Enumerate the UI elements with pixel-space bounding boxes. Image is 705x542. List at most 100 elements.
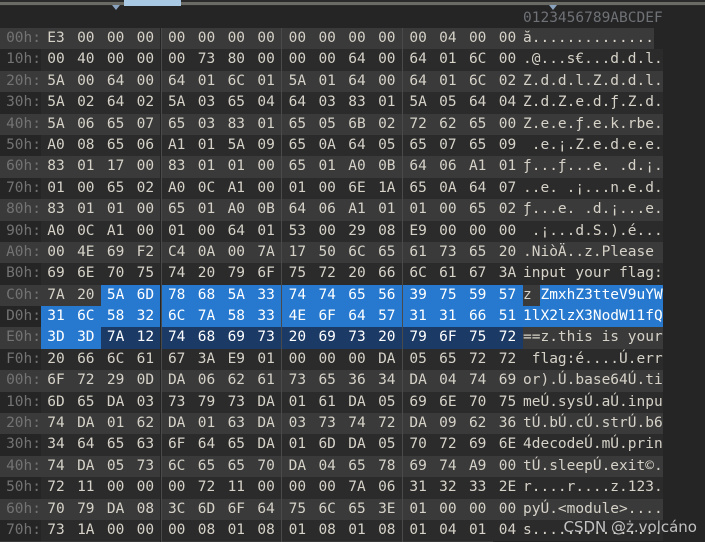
hex-byte-cell[interactable]: 11 <box>221 477 252 499</box>
hex-byte-cell[interactable]: 00 <box>161 519 192 542</box>
hex-byte-cell[interactable]: 75 <box>282 263 313 285</box>
hex-byte-cell[interactable]: 01 <box>282 434 313 456</box>
hex-byte-cell[interactable]: 5A <box>41 70 71 93</box>
hex-byte-cell[interactable]: 02 <box>492 199 523 221</box>
hex-byte-cell[interactable]: 00 <box>161 477 192 499</box>
hex-byte-cell[interactable]: 31 <box>403 306 434 328</box>
hex-byte-cell[interactable]: 73 <box>161 391 192 414</box>
hex-byte-cell[interactable]: 00 <box>432 498 463 520</box>
hex-byte-cell[interactable]: 83 <box>41 199 71 221</box>
hex-byte-cell[interactable]: 74 <box>161 327 192 349</box>
hex-byte-cell[interactable]: 01 <box>161 220 192 242</box>
hex-byte-cell[interactable]: 02 <box>130 92 161 114</box>
ascii-text[interactable]: .@...s€...d.d.l. <box>523 49 663 71</box>
hex-byte-cell[interactable]: 20 <box>492 241 523 264</box>
hex-byte-cell[interactable]: 63 <box>130 434 161 456</box>
hex-byte-cell[interactable]: DA <box>371 348 402 371</box>
hex-byte-cell[interactable]: 04 <box>432 519 463 542</box>
hex-byte-cell[interactable]: 6F <box>312 306 343 328</box>
hex-byte-cell[interactable]: 01 <box>251 348 282 371</box>
hex-byte-cell[interactable]: 02 <box>492 70 523 93</box>
hex-byte-cell[interactable]: 67 <box>462 263 493 285</box>
hex-byte-cell[interactable]: 29 <box>342 220 372 242</box>
hex-byte-cell[interactable]: DA <box>251 434 282 456</box>
hex-byte-cell[interactable]: 6C <box>70 306 101 328</box>
hex-byte-cell[interactable]: 65 <box>100 434 131 456</box>
hex-byte-cell[interactable]: 65 <box>282 156 313 178</box>
hex-byte-cell[interactable]: 33 <box>251 306 282 328</box>
hex-byte-cell[interactable]: 01 <box>100 413 131 435</box>
hex-row[interactable]: 60h: 83 01 17 00 83 01 01 00 65 01 A0 0B 64 06 A1 01 ƒ...… <box>0 156 705 178</box>
hex-byte-cell[interactable]: 33 <box>251 284 282 307</box>
hex-byte-cell[interactable]: 65 <box>462 241 493 264</box>
hex-byte-cell[interactable]: 02 <box>371 113 402 135</box>
hex-byte-cell[interactable]: 00 <box>282 28 313 50</box>
hex-byte-cell[interactable]: 65 <box>462 134 493 157</box>
hex-byte-cell[interactable]: 12 <box>130 327 161 349</box>
hex-row[interactable]: 70h: 01 00 65 02 A0 0C A1 00 01 00 6E 1A 65 0A 64 07 ..e.… <box>0 177 705 200</box>
hex-byte-cell[interactable]: 58 <box>221 306 252 328</box>
hex-byte-cell[interactable]: 65 <box>342 498 372 520</box>
hex-byte-cell[interactable]: 00 <box>130 477 161 499</box>
hex-byte-cell[interactable]: 65 <box>371 241 402 264</box>
hex-byte-cell[interactable]: 06 <box>312 199 343 221</box>
hex-byte-cell[interactable]: 31 <box>432 306 463 328</box>
hex-byte-cell[interactable]: 74 <box>41 455 71 478</box>
hex-byte-group[interactable]: A0 0C A1 00 01 00 64 01 53 00 29 08 E9 00 00 00 <box>41 220 523 242</box>
hex-byte-cell[interactable]: 6F <box>432 327 463 349</box>
hex-byte-cell[interactable]: 06 <box>191 370 222 392</box>
hex-byte-cell[interactable]: 00 <box>100 49 131 71</box>
hex-byte-cell[interactable]: 7A <box>41 284 71 307</box>
hex-byte-cell[interactable]: 01 <box>221 519 252 542</box>
hex-byte-cell[interactable]: 01 <box>342 519 372 542</box>
hex-byte-cell[interactable]: 67 <box>161 348 192 371</box>
hex-byte-cell[interactable]: 74 <box>41 413 71 435</box>
hex-byte-cell[interactable]: 5A <box>41 92 71 114</box>
hex-byte-cell[interactable]: 40 <box>70 49 101 71</box>
hex-byte-cell[interactable]: 72 <box>403 113 434 135</box>
hex-byte-cell[interactable]: 65 <box>432 348 463 371</box>
hex-byte-cell[interactable]: 01 <box>251 113 282 135</box>
hex-byte-cell[interactable]: 6C <box>403 263 434 285</box>
hex-byte-cell[interactable]: 5A <box>221 134 252 157</box>
hex-byte-cell[interactable]: 01 <box>100 199 131 221</box>
hex-byte-cell[interactable]: 5A <box>282 70 313 93</box>
hex-byte-cell[interactable]: 6B <box>342 113 372 135</box>
hex-byte-cell[interactable]: 08 <box>251 519 282 542</box>
hex-row[interactable]: 00h: 6F 72 29 0D DA 06 62 61 73 65 36 34 DA 04 74 69 or).… <box>0 370 705 392</box>
ascii-text[interactable]: Z.e.e.ƒ.e.k.rbe. <box>523 113 663 135</box>
hex-byte-cell[interactable]: 64 <box>100 70 131 93</box>
hex-byte-cell[interactable]: 62 <box>432 113 463 135</box>
hex-byte-cell[interactable]: 2E <box>492 477 523 499</box>
hex-byte-cell[interactable]: 74 <box>432 455 463 478</box>
hex-byte-cell[interactable]: 74 <box>312 284 343 307</box>
hex-byte-cell[interactable]: A0 <box>41 134 71 157</box>
hex-byte-cell[interactable]: 64 <box>100 92 131 114</box>
hex-byte-cell[interactable]: 61 <box>251 370 282 392</box>
hex-byte-cell[interactable]: 0A <box>432 177 463 200</box>
hex-byte-cell[interactable]: 61 <box>312 391 343 414</box>
hex-byte-cell[interactable]: 64 <box>221 220 252 242</box>
hex-byte-cell[interactable]: DA <box>70 455 101 478</box>
hex-row[interactable]: 60h: 70 79 DA 08 3C 6D 6F 64 75 6C 65 3E 01 00 00 00 pyÚ.… <box>0 498 705 520</box>
hex-row[interactable]: 10h: 6D 65 DA 03 73 79 73 DA 01 61 DA 05 69 6E 70 75 meÚ.… <box>0 391 705 414</box>
hex-byte-cell[interactable]: 64 <box>282 92 313 114</box>
hex-byte-cell[interactable]: DA <box>251 391 282 414</box>
hex-byte-cell[interactable]: 6E <box>70 263 101 285</box>
hex-byte-cell[interactable]: 69 <box>41 263 71 285</box>
hex-byte-cell[interactable]: 31 <box>41 306 71 328</box>
hex-byte-cell[interactable]: 74 <box>161 263 192 285</box>
hex-byte-cell[interactable]: 00 <box>161 28 192 50</box>
hex-byte-cell[interactable]: 65 <box>312 370 343 392</box>
ascii-text[interactable]: Z.d.Z.e.d.ƒ.Z.d. <box>523 92 663 114</box>
hex-byte-cell[interactable]: 74 <box>282 284 313 307</box>
hex-byte-cell[interactable]: 6F <box>41 370 71 392</box>
hex-byte-cell[interactable]: 73 <box>221 391 252 414</box>
hex-byte-cell[interactable]: E9 <box>221 348 252 371</box>
hex-byte-cell[interactable]: 6E <box>342 177 372 200</box>
hex-byte-cell[interactable]: 72 <box>312 263 343 285</box>
hex-byte-cell[interactable]: 68 <box>191 327 222 349</box>
hex-byte-cell[interactable]: 00 <box>100 477 131 499</box>
hex-byte-cell[interactable]: 65 <box>403 177 434 200</box>
hex-byte-cell[interactable]: A1 <box>342 199 372 221</box>
